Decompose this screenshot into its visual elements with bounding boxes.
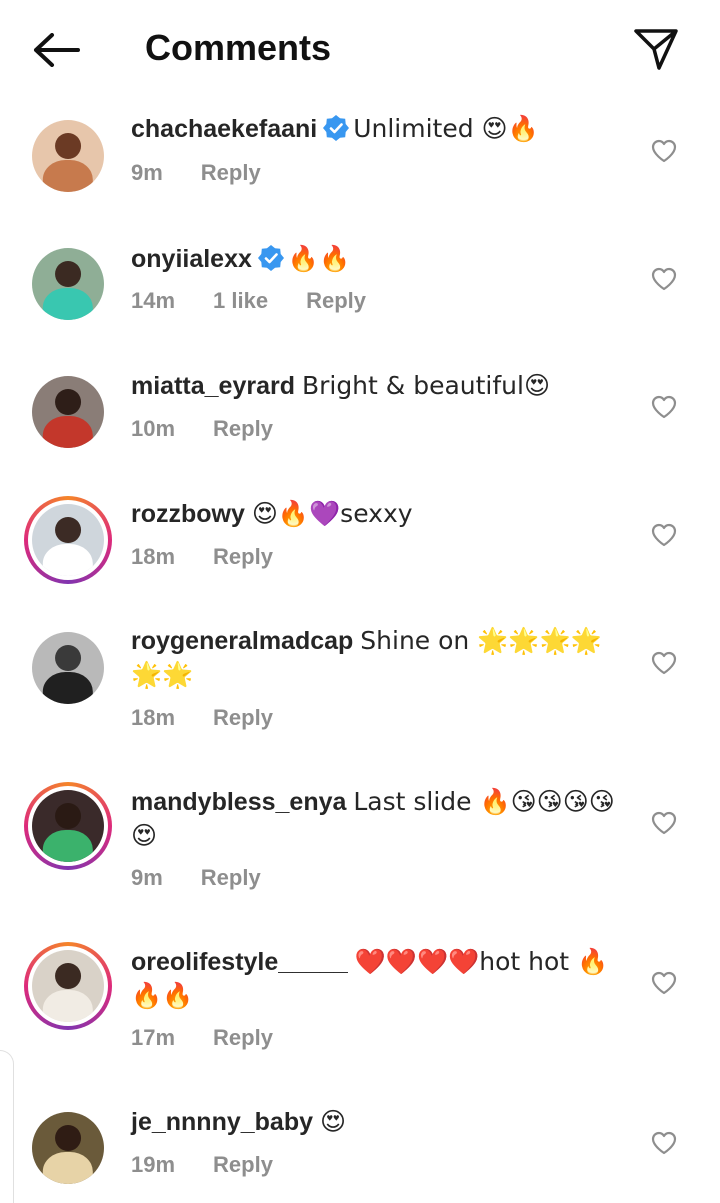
comment-username[interactable]: miatta_eyrard [131,372,295,400]
back-button[interactable] [30,28,82,72]
avatar[interactable] [30,1110,106,1186]
comment-time: 9m [131,160,163,185]
edge-overlay [0,1050,14,1203]
like-button[interactable] [648,520,680,550]
avatar-image [32,376,104,448]
avatar[interactable] [30,374,106,450]
comment-time: 18m [131,705,176,730]
heart-outline-icon [651,395,677,419]
comment-meta: 9m Reply [131,160,299,186]
like-button[interactable] [648,1128,680,1158]
avatar[interactable] [30,630,106,706]
comment-like-count[interactable]: 1 like [213,288,268,313]
avatar[interactable] [24,496,112,584]
comment-username[interactable]: rozzbowy [131,500,245,528]
comment-meta: 14m 1 like Reply [131,288,404,314]
heart-outline-icon [651,971,677,995]
avatar[interactable] [24,782,112,870]
reply-button[interactable]: Reply [213,705,273,730]
heart-outline-icon [651,267,677,291]
avatar-image [32,248,104,320]
header: Comments [0,0,720,100]
verified-badge-icon [323,115,350,141]
reply-button[interactable]: Reply [201,865,261,890]
avatar[interactable] [24,942,112,1030]
reply-button[interactable]: Reply [201,160,261,185]
avatar-image [32,790,104,862]
avatar[interactable] [30,118,106,194]
heart-outline-icon [651,811,677,835]
comment-username[interactable]: onyiialexx [131,245,252,273]
comment-text: rozzbowy 😍🔥💜sexxy [131,497,631,531]
avatar-image [32,504,104,576]
like-button[interactable] [648,264,680,294]
share-button[interactable] [630,24,682,74]
comment-time: 9m [131,865,163,890]
comment-time: 14m [131,288,176,313]
comment-meta: 10m Reply [131,416,311,442]
heart-outline-icon [651,1131,677,1155]
comment-text: oreolifestyle_____ ❤️❤️❤️❤️hot hot 🔥🔥🔥 [131,945,631,1013]
comment-body: Bright & beautiful😍 [301,371,551,400]
comment-body: 🔥🔥 [287,244,351,273]
comment-body: 😍🔥💜sexxy [251,499,413,528]
comment-text: mandybless_enya Last slide 🔥😘😘😘😘😍 [131,785,631,853]
comment-body: Unlimited 😍🔥 [353,114,539,143]
comment-meta: 17m Reply [131,1025,311,1051]
verified-badge-icon [257,245,284,271]
comment-time: 17m [131,1025,176,1050]
comment-text: chachaekefaani Unlimited 😍🔥 [131,112,631,146]
heart-outline-icon [651,523,677,547]
comment-time: 10m [131,416,176,441]
comment-time: 19m [131,1152,176,1177]
reply-button[interactable]: Reply [306,288,366,313]
comment-text: onyiialexx 🔥🔥 [131,242,631,276]
comment-meta: 9m Reply [131,865,299,891]
comment-body: 😍 [319,1107,347,1136]
reply-button[interactable]: Reply [213,544,273,569]
page-title: Comments [145,27,332,68]
comment-meta: 19m Reply [131,1152,311,1178]
avatar[interactable] [30,246,106,322]
comment-time: 18m [131,544,176,569]
avatar-image [32,120,104,192]
comment-username[interactable]: mandybless_enya [131,788,346,816]
like-button[interactable] [648,392,680,422]
comment-username[interactable]: je_nnnny_baby [131,1108,313,1136]
heart-outline-icon [651,139,677,163]
comment-username[interactable]: roygeneralmadcap [131,627,353,655]
like-button[interactable] [648,968,680,998]
comment-meta: 18m Reply [131,544,311,570]
comment-username[interactable]: oreolifestyle_____ [131,948,348,976]
comment-text: roygeneralmadcap Shine on 🌟🌟🌟🌟🌟🌟 [131,624,631,692]
reply-button[interactable]: Reply [213,416,273,441]
avatar-image [32,632,104,704]
comment-username[interactable]: chachaekefaani [131,115,317,143]
reply-button[interactable]: Reply [213,1025,273,1050]
heart-outline-icon [651,651,677,675]
reply-button[interactable]: Reply [213,1152,273,1177]
arrow-left-icon [34,33,80,67]
comment-text: miatta_eyrard Bright & beautiful😍 [131,369,631,403]
avatar-image [32,1112,104,1184]
comment-text: je_nnnny_baby 😍 [131,1105,631,1139]
paper-plane-icon [634,29,678,70]
like-button[interactable] [648,648,680,678]
avatar-image [32,950,104,1022]
like-button[interactable] [648,136,680,166]
comment-meta: 18m Reply [131,705,311,731]
like-button[interactable] [648,808,680,838]
